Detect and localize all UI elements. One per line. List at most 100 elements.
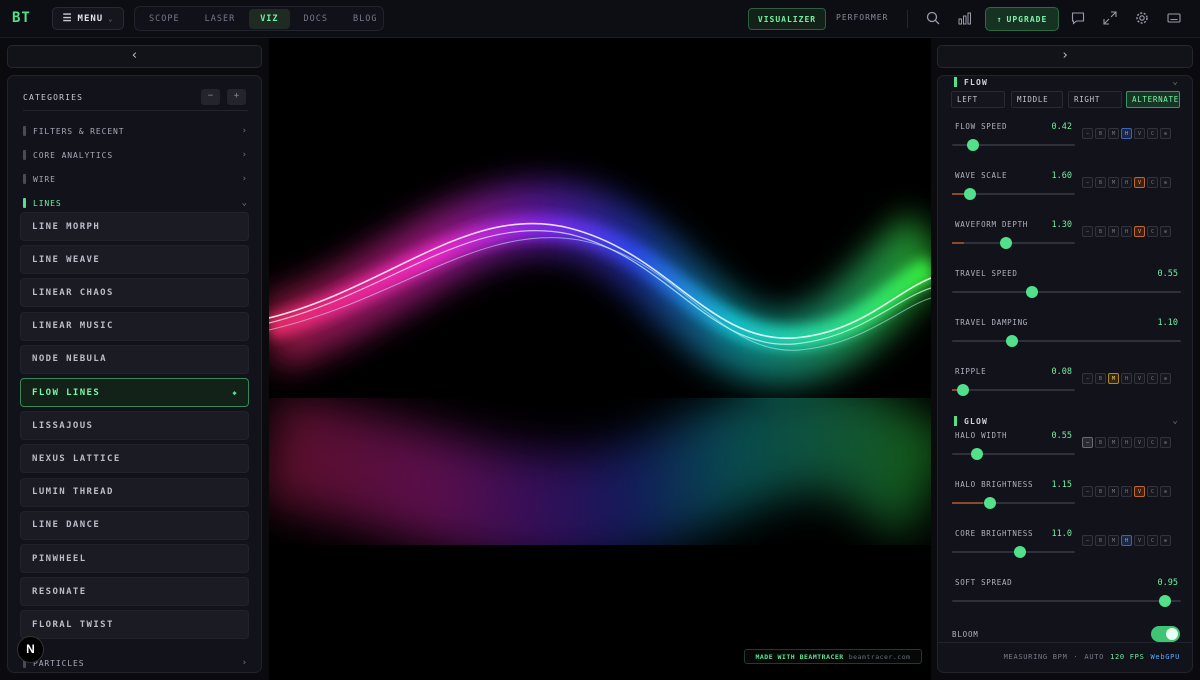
slider-thumb[interactable]	[966, 139, 979, 151]
visual-item-line-morph[interactable]: LINE MORPH	[20, 212, 249, 241]
right-collapse-button[interactable]: ›	[937, 45, 1193, 68]
expand-all-button[interactable]: +	[227, 89, 246, 105]
mod-button[interactable]: C	[1147, 128, 1158, 139]
bar-chart-icon[interactable]	[957, 11, 973, 27]
mod-button[interactable]: H	[1121, 437, 1132, 448]
travel-damping-slider[interactable]	[952, 335, 1181, 347]
bloom-toggle[interactable]	[1151, 626, 1180, 642]
mod-button[interactable]: M	[1108, 128, 1119, 139]
upgrade-button[interactable]: ↑ UPGRADE	[985, 7, 1059, 31]
chat-icon[interactable]	[1070, 11, 1086, 27]
mod-button[interactable]: H	[1121, 226, 1132, 237]
mod-button[interactable]: V	[1134, 226, 1145, 237]
mod-button[interactable]: B	[1095, 373, 1106, 384]
visual-item-floral-twist[interactable]: FLORAL TWIST	[20, 610, 249, 640]
n-badge-icon[interactable]: N	[17, 636, 44, 663]
performer-mode-button[interactable]: PERFORMER	[836, 13, 888, 22]
nav-blog[interactable]: BLOG	[342, 9, 388, 29]
nav-docs[interactable]: DOCS	[293, 9, 339, 29]
mod-button[interactable]: ⊕	[1160, 373, 1171, 384]
mod-button[interactable]: B	[1095, 437, 1106, 448]
visual-item-line-dance[interactable]: LINE DANCE	[20, 510, 249, 540]
visual-item-lissajous[interactable]: LISSAJOUS	[20, 411, 249, 441]
mod-button[interactable]: M	[1108, 177, 1119, 188]
visual-item-pinwheel[interactable]: PINWHEEL	[20, 544, 249, 573]
flow-mode-left[interactable]: LEFT	[951, 91, 1005, 108]
mod-button[interactable]: −	[1082, 486, 1093, 497]
nav-scope[interactable]: SCOPE	[138, 9, 191, 29]
wave-scale-value[interactable]: 1.60	[1012, 171, 1072, 181]
halo-width-value[interactable]: 0.55	[1012, 431, 1072, 441]
ripple-value[interactable]: 0.08	[1012, 367, 1072, 377]
mod-button[interactable]: M	[1108, 437, 1119, 448]
glow-section-header[interactable]: GLOW ⌄	[954, 415, 1179, 427]
halo-width-slider[interactable]	[952, 448, 1075, 460]
category-filters-recent[interactable]: FILTERS & RECENT ›	[23, 123, 248, 139]
waveform-depth-value[interactable]: 1.30	[1012, 220, 1072, 230]
visual-item-line-weave[interactable]: LINE WEAVE	[20, 245, 249, 275]
travel-speed-value[interactable]: 0.55	[1118, 269, 1178, 279]
flow-section-header[interactable]: FLOW ⌄	[954, 76, 1179, 88]
mod-button[interactable]: V	[1134, 177, 1145, 188]
mod-button[interactable]: H	[1121, 128, 1132, 139]
visual-item-resonate[interactable]: RESONATE	[20, 577, 249, 607]
soft-spread-value[interactable]: 0.95	[1118, 578, 1178, 588]
slider-thumb[interactable]	[984, 497, 997, 509]
mod-button[interactable]: V	[1134, 486, 1145, 497]
mod-button[interactable]: ⊕	[1160, 486, 1171, 497]
core-brightness-slider[interactable]	[952, 546, 1075, 558]
visual-item-linear-chaos[interactable]: LINEAR CHAOS	[20, 278, 249, 308]
visual-item-linear-music[interactable]: LINEAR MUSIC	[20, 311, 249, 341]
mod-button[interactable]: C	[1147, 437, 1158, 448]
soft-spread-slider[interactable]	[952, 595, 1181, 607]
mod-button[interactable]: B	[1095, 226, 1106, 237]
mod-button[interactable]: B	[1095, 486, 1106, 497]
mod-button[interactable]: C	[1147, 486, 1158, 497]
mod-button[interactable]: M	[1108, 486, 1119, 497]
slider-thumb[interactable]	[1158, 595, 1171, 607]
mod-button[interactable]: −	[1082, 226, 1093, 237]
mod-button[interactable]: ⊕	[1160, 226, 1171, 237]
mod-button[interactable]: −	[1082, 373, 1093, 384]
core-brightness-value[interactable]: 11.0	[1012, 529, 1072, 539]
expand-icon[interactable]	[1102, 11, 1118, 27]
slider-thumb[interactable]	[1013, 546, 1026, 558]
slider-thumb[interactable]	[970, 448, 983, 460]
mod-button[interactable]: V	[1134, 373, 1145, 384]
flow-mode-right[interactable]: RIGHT	[1068, 91, 1122, 108]
visual-item-lumin-thread[interactable]: LUMIN THREAD	[20, 477, 249, 507]
flow-speed-value[interactable]: 0.42	[1012, 122, 1072, 132]
made-with-credit[interactable]: MADE WITH BEAMTRACER beamtracer.com	[744, 649, 922, 664]
mod-button[interactable]: C	[1147, 373, 1158, 384]
visual-item-flow-lines[interactable]: FLOW LINES ◆	[20, 378, 249, 407]
category-lines[interactable]: LINES ⌄	[23, 195, 248, 211]
slider-thumb[interactable]	[1000, 237, 1013, 249]
mod-button[interactable]: ⊕	[1160, 177, 1171, 188]
visualizer-mode-button[interactable]: VISUALIZER	[748, 8, 826, 30]
mod-button[interactable]: ⊕	[1160, 128, 1171, 139]
mod-button[interactable]: H	[1121, 486, 1132, 497]
mod-button[interactable]: −	[1082, 437, 1093, 448]
visual-item-node-nebula[interactable]: NODE NEBULA	[20, 344, 249, 374]
mod-button[interactable]: M	[1108, 535, 1119, 546]
slider-thumb[interactable]	[964, 188, 977, 200]
mod-button[interactable]: M	[1108, 373, 1119, 384]
auto-status[interactable]: AUTO	[1084, 653, 1104, 661]
app-logo[interactable]: BT	[12, 10, 31, 26]
travel-speed-slider[interactable]	[952, 286, 1181, 298]
flow-mode-middle[interactable]: MIDDLE	[1011, 91, 1063, 108]
left-collapse-button[interactable]: ‹	[7, 45, 262, 68]
collapse-all-button[interactable]: −	[201, 89, 220, 105]
mod-button[interactable]: −	[1082, 177, 1093, 188]
wave-scale-slider[interactable]	[952, 188, 1075, 200]
mod-button[interactable]: M	[1108, 226, 1119, 237]
slider-thumb[interactable]	[1026, 286, 1039, 298]
credit-url[interactable]: beamtracer.com	[849, 653, 911, 661]
mod-button[interactable]: ⊕	[1160, 437, 1171, 448]
mod-button[interactable]: H	[1121, 535, 1132, 546]
mod-button[interactable]: V	[1134, 535, 1145, 546]
travel-damping-value[interactable]: 1.10	[1118, 318, 1178, 328]
mod-button[interactable]: C	[1147, 226, 1158, 237]
ripple-slider[interactable]	[952, 384, 1075, 396]
slider-thumb[interactable]	[957, 384, 970, 396]
